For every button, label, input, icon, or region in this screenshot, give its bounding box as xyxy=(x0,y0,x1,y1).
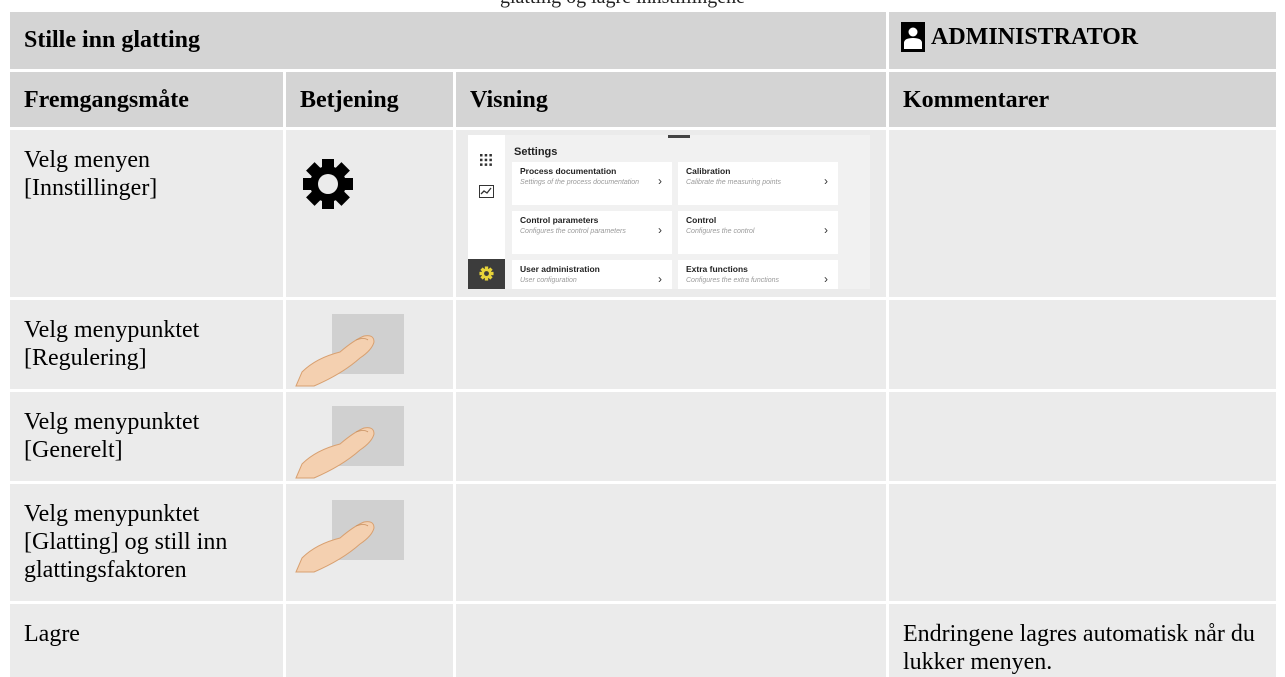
tile-calibration[interactable]: Calibration Calibrate the measuring poin… xyxy=(678,162,838,205)
col-header-display: Visning xyxy=(456,72,886,127)
col-header-comments: Kommentarer xyxy=(889,72,1276,127)
finger-tap-icon xyxy=(295,314,404,387)
operation-cell xyxy=(286,130,453,297)
top-caption: glatting og lagre innstillingene xyxy=(500,0,745,9)
chevron-right-icon: › xyxy=(824,174,828,188)
step-cell: Lagre xyxy=(10,604,283,677)
display-cell xyxy=(456,392,886,481)
step-cell: Velg menypunktet [Glatting] og still inn… xyxy=(10,484,283,601)
comment-cell xyxy=(889,130,1276,297)
step-cell: Velg menypunktet [Generelt] xyxy=(10,392,283,481)
operation-cell xyxy=(286,300,453,389)
tile-user-administration[interactable]: User administration User configuration › xyxy=(512,260,672,289)
operation-cell xyxy=(286,392,453,481)
comment-cell: Endringene lagres automatisk når du lukk… xyxy=(889,604,1276,677)
chevron-right-icon: › xyxy=(824,223,828,237)
finger-tap-icon xyxy=(295,406,404,479)
display-cell xyxy=(456,300,886,389)
comment-cell xyxy=(889,392,1276,481)
operation-cell xyxy=(286,604,453,677)
gear-icon xyxy=(303,159,353,209)
operation-cell xyxy=(286,484,453,601)
section-title-cell: Stille inn glatting xyxy=(10,12,886,69)
col-header-procedure: Fremgangsmåte xyxy=(10,72,283,127)
tile-process-documentation[interactable]: Process documentation Settings of the pr… xyxy=(512,162,672,205)
col-header-operation: Betjening xyxy=(286,72,453,127)
section-title: Stille inn glatting xyxy=(24,27,201,53)
comment-cell xyxy=(889,300,1276,389)
display-cell xyxy=(456,484,886,601)
tile-control-parameters[interactable]: Control parameters Configures the contro… xyxy=(512,211,672,254)
comment-cell xyxy=(889,484,1276,601)
settings-gear-icon xyxy=(479,266,494,281)
chevron-right-icon: › xyxy=(824,272,828,286)
tile-control[interactable]: Control Configures the control › xyxy=(678,211,838,254)
top-indicator xyxy=(668,135,690,138)
step-cell: Velg menyen [Innstillinger] xyxy=(10,130,283,297)
display-cell: Settings Process documentation Settings … xyxy=(456,130,886,297)
role-label: ADMINISTRATOR xyxy=(931,24,1139,50)
step-cell: Velg menypunktet [Regulering] xyxy=(10,300,283,389)
display-cell xyxy=(456,604,886,677)
finger-tap-icon xyxy=(295,500,404,573)
chevron-right-icon: › xyxy=(658,174,662,188)
role-cell: ADMINISTRATOR xyxy=(889,12,1276,69)
user-icon xyxy=(901,22,925,52)
settings-title: Settings xyxy=(514,146,558,158)
settings-screenshot: Settings Process documentation Settings … xyxy=(468,135,870,289)
grid-menu-icon xyxy=(480,154,492,166)
chart-icon xyxy=(479,185,494,198)
chevron-right-icon: › xyxy=(658,272,662,286)
chevron-right-icon: › xyxy=(658,223,662,237)
tile-extra-functions[interactable]: Extra functions Configures the extra fun… xyxy=(678,260,838,289)
